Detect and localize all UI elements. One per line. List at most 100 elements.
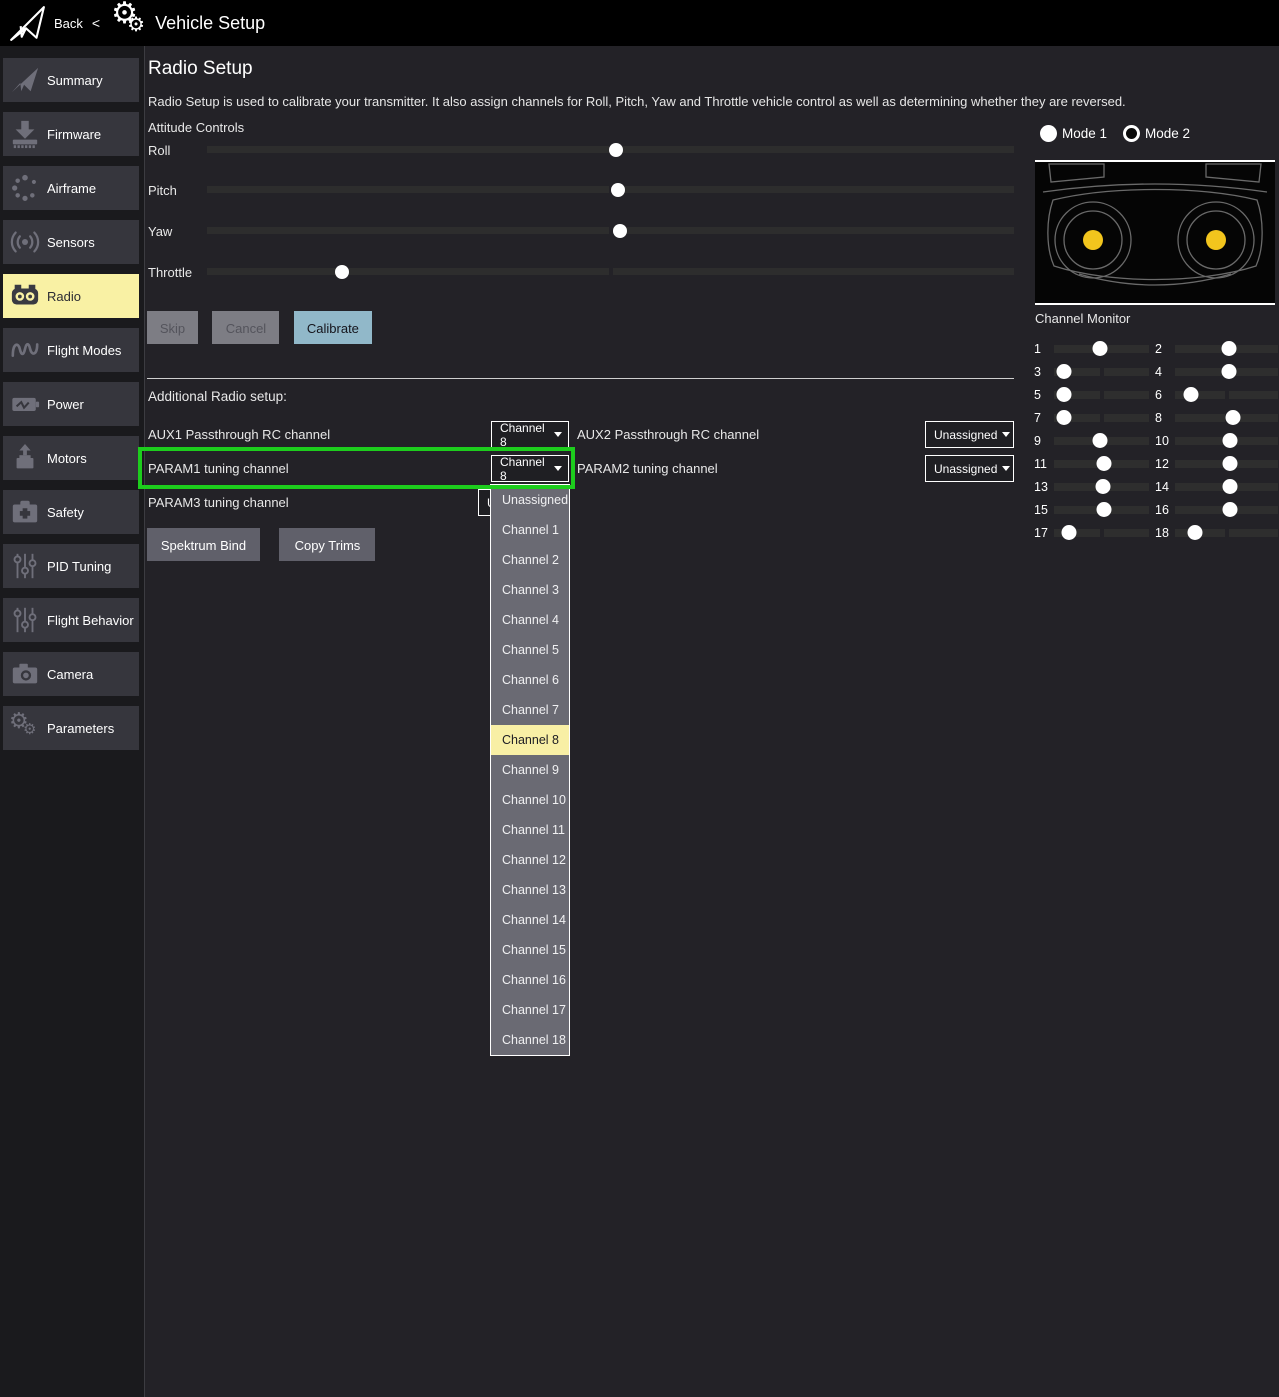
sidebar-item-sensors[interactable]: Sensors [3, 220, 139, 264]
channel-value-dot [1222, 433, 1237, 448]
channel-monitor-row: 5 [1034, 383, 1155, 406]
channel-number: 7 [1034, 411, 1054, 425]
sidebar-item-label: Motors [47, 451, 87, 466]
sidebar-item-firmware[interactable]: Firmware [3, 112, 139, 156]
channel-monitor-row: 16 [1155, 498, 1278, 521]
param2-label: PARAM2 tuning channel [577, 455, 718, 482]
channel-monitor-row: 14 [1155, 475, 1278, 498]
dropdown-option-channel-18[interactable]: Channel 18 [491, 1025, 569, 1055]
dropdown-option-channel-1[interactable]: Channel 1 [491, 515, 569, 545]
dropdown-option-channel-16[interactable]: Channel 16 [491, 965, 569, 995]
mode1-radio-button[interactable] [1040, 125, 1057, 142]
param1-label: PARAM1 tuning channel [148, 455, 289, 482]
dropdown-option-channel-9[interactable]: Channel 9 [491, 755, 569, 785]
sidebar-item-flight-modes[interactable]: Flight Modes [3, 328, 139, 372]
transmitter-illustration [1035, 160, 1275, 310]
calibrate-button[interactable]: Calibrate [294, 311, 372, 344]
dropdown-option-channel-8-selected[interactable]: Channel 8 [491, 725, 569, 755]
channel-number: 4 [1155, 365, 1175, 379]
dropdown-option-channel-6[interactable]: Channel 6 [491, 665, 569, 695]
channel-value-dot [1097, 456, 1112, 471]
sidebar-item-summary[interactable]: Summary [3, 58, 139, 102]
section-description: Radio Setup is used to calibrate your tr… [148, 94, 1138, 109]
dropdown-option-unassigned[interactable]: Unassigned [491, 485, 569, 515]
channel-value-dot [1062, 525, 1077, 540]
breadcrumb-separator: < [92, 15, 100, 31]
section-title: Radio Setup [148, 58, 253, 80]
dropdown-option-channel-13[interactable]: Channel 13 [491, 875, 569, 905]
mode2-radio-group[interactable]: Mode 2 [1123, 125, 1190, 142]
channel-value-dot [1225, 410, 1240, 425]
additional-radio-setup-heading: Additional Radio setup: [148, 389, 287, 404]
vehicle-setup-window: Back < ⚙⚙ Vehicle Setup Summary Firmware… [0, 0, 1279, 1397]
mode1-radio-group[interactable]: Mode 1 [1040, 125, 1107, 142]
back-button[interactable]: Back [54, 16, 83, 31]
sliders-icon [3, 605, 47, 635]
channel-bar [1054, 414, 1149, 422]
param2-channel-dropdown[interactable]: Unassigned [925, 455, 1014, 482]
copy-trims-button[interactable]: Copy Trims [279, 528, 375, 561]
mode2-radio-button[interactable] [1123, 125, 1140, 142]
dropdown-option-channel-14[interactable]: Channel 14 [491, 905, 569, 935]
attitude-controls-heading: Attitude Controls [148, 120, 244, 135]
sidebar-item-label: Parameters [47, 721, 114, 736]
throttle-label: Throttle [148, 265, 192, 280]
aux2-channel-value: Unassigned [934, 428, 997, 442]
gears-icon: ⚙⚙ [3, 713, 47, 743]
sidebar-item-safety[interactable]: Safety [3, 490, 139, 534]
channel-value-dot [1097, 502, 1112, 517]
throttle-slider-track [207, 268, 1014, 275]
channel-bar [1175, 529, 1278, 537]
dropdown-option-channel-10[interactable]: Channel 10 [491, 785, 569, 815]
channel-monitor-row: 3 [1034, 360, 1155, 383]
sidebar-item-motors[interactable]: Motors [3, 436, 139, 480]
camera-icon [3, 659, 47, 689]
dropdown-option-channel-11[interactable]: Channel 11 [491, 815, 569, 845]
sidebar-item-airframe[interactable]: Airframe [3, 166, 139, 210]
dropdown-option-channel-12[interactable]: Channel 12 [491, 845, 569, 875]
channel-number: 15 [1034, 503, 1054, 517]
sidebar-item-flight-behavior[interactable]: Flight Behavior [3, 598, 139, 642]
app-logo-paper-plane-icon[interactable] [8, 4, 46, 42]
channel-number: 16 [1155, 503, 1175, 517]
skip-button[interactable]: Skip [147, 311, 198, 344]
yaw-label: Yaw [148, 224, 172, 239]
channel-bar [1175, 460, 1278, 468]
channel-bar [1054, 529, 1149, 537]
sidebar-item-power[interactable]: Power [3, 382, 139, 426]
dropdown-option-channel-3[interactable]: Channel 3 [491, 575, 569, 605]
dropdown-option-channel-15[interactable]: Channel 15 [491, 935, 569, 965]
channel-monitor-row: 2 [1155, 337, 1278, 360]
dropdown-option-channel-17[interactable]: Channel 17 [491, 995, 569, 1025]
sidebar-item-radio[interactable]: Radio [3, 274, 139, 318]
sidebar-item-parameters[interactable]: ⚙⚙ Parameters [3, 706, 139, 750]
channel-bar [1054, 391, 1149, 399]
aux1-channel-dropdown[interactable]: Channel 8 [491, 421, 569, 448]
channel-value-dot [1221, 341, 1236, 356]
paper-plane-icon [3, 65, 47, 95]
channel-bar [1054, 437, 1149, 445]
channel-value-dot [1092, 341, 1107, 356]
sidebar-item-pid-tuning[interactable]: PID Tuning [3, 544, 139, 588]
aux-passthrough-row: AUX1 Passthrough RC channel Channel 8 AU… [148, 421, 1020, 448]
aux2-channel-dropdown[interactable]: Unassigned [925, 421, 1014, 448]
chevron-down-icon [554, 432, 562, 437]
sidebar-item-label: Flight Modes [47, 343, 121, 358]
param1-channel-dropdown[interactable]: Channel 8 [491, 455, 569, 482]
dropdown-option-channel-5[interactable]: Channel 5 [491, 635, 569, 665]
channel-value-dot [1221, 364, 1236, 379]
sidebar-item-camera[interactable]: Camera [3, 652, 139, 696]
dropdown-option-channel-2[interactable]: Channel 2 [491, 545, 569, 575]
wave-icon [3, 335, 47, 365]
spektrum-bind-button[interactable]: Spektrum Bind [147, 528, 260, 561]
channel-number: 9 [1034, 434, 1054, 448]
sidebar-item-label: Radio [47, 289, 81, 304]
dropdown-option-channel-7[interactable]: Channel 7 [491, 695, 569, 725]
yaw-slider-track [207, 227, 1014, 234]
pitch-label: Pitch [148, 183, 177, 198]
pitch-slider-handle [611, 183, 625, 197]
throttle-slider-handle [335, 265, 349, 279]
dropdown-option-channel-4[interactable]: Channel 4 [491, 605, 569, 635]
cancel-button[interactable]: Cancel [212, 311, 279, 344]
param1-channel-value: Channel 8 [500, 455, 549, 483]
